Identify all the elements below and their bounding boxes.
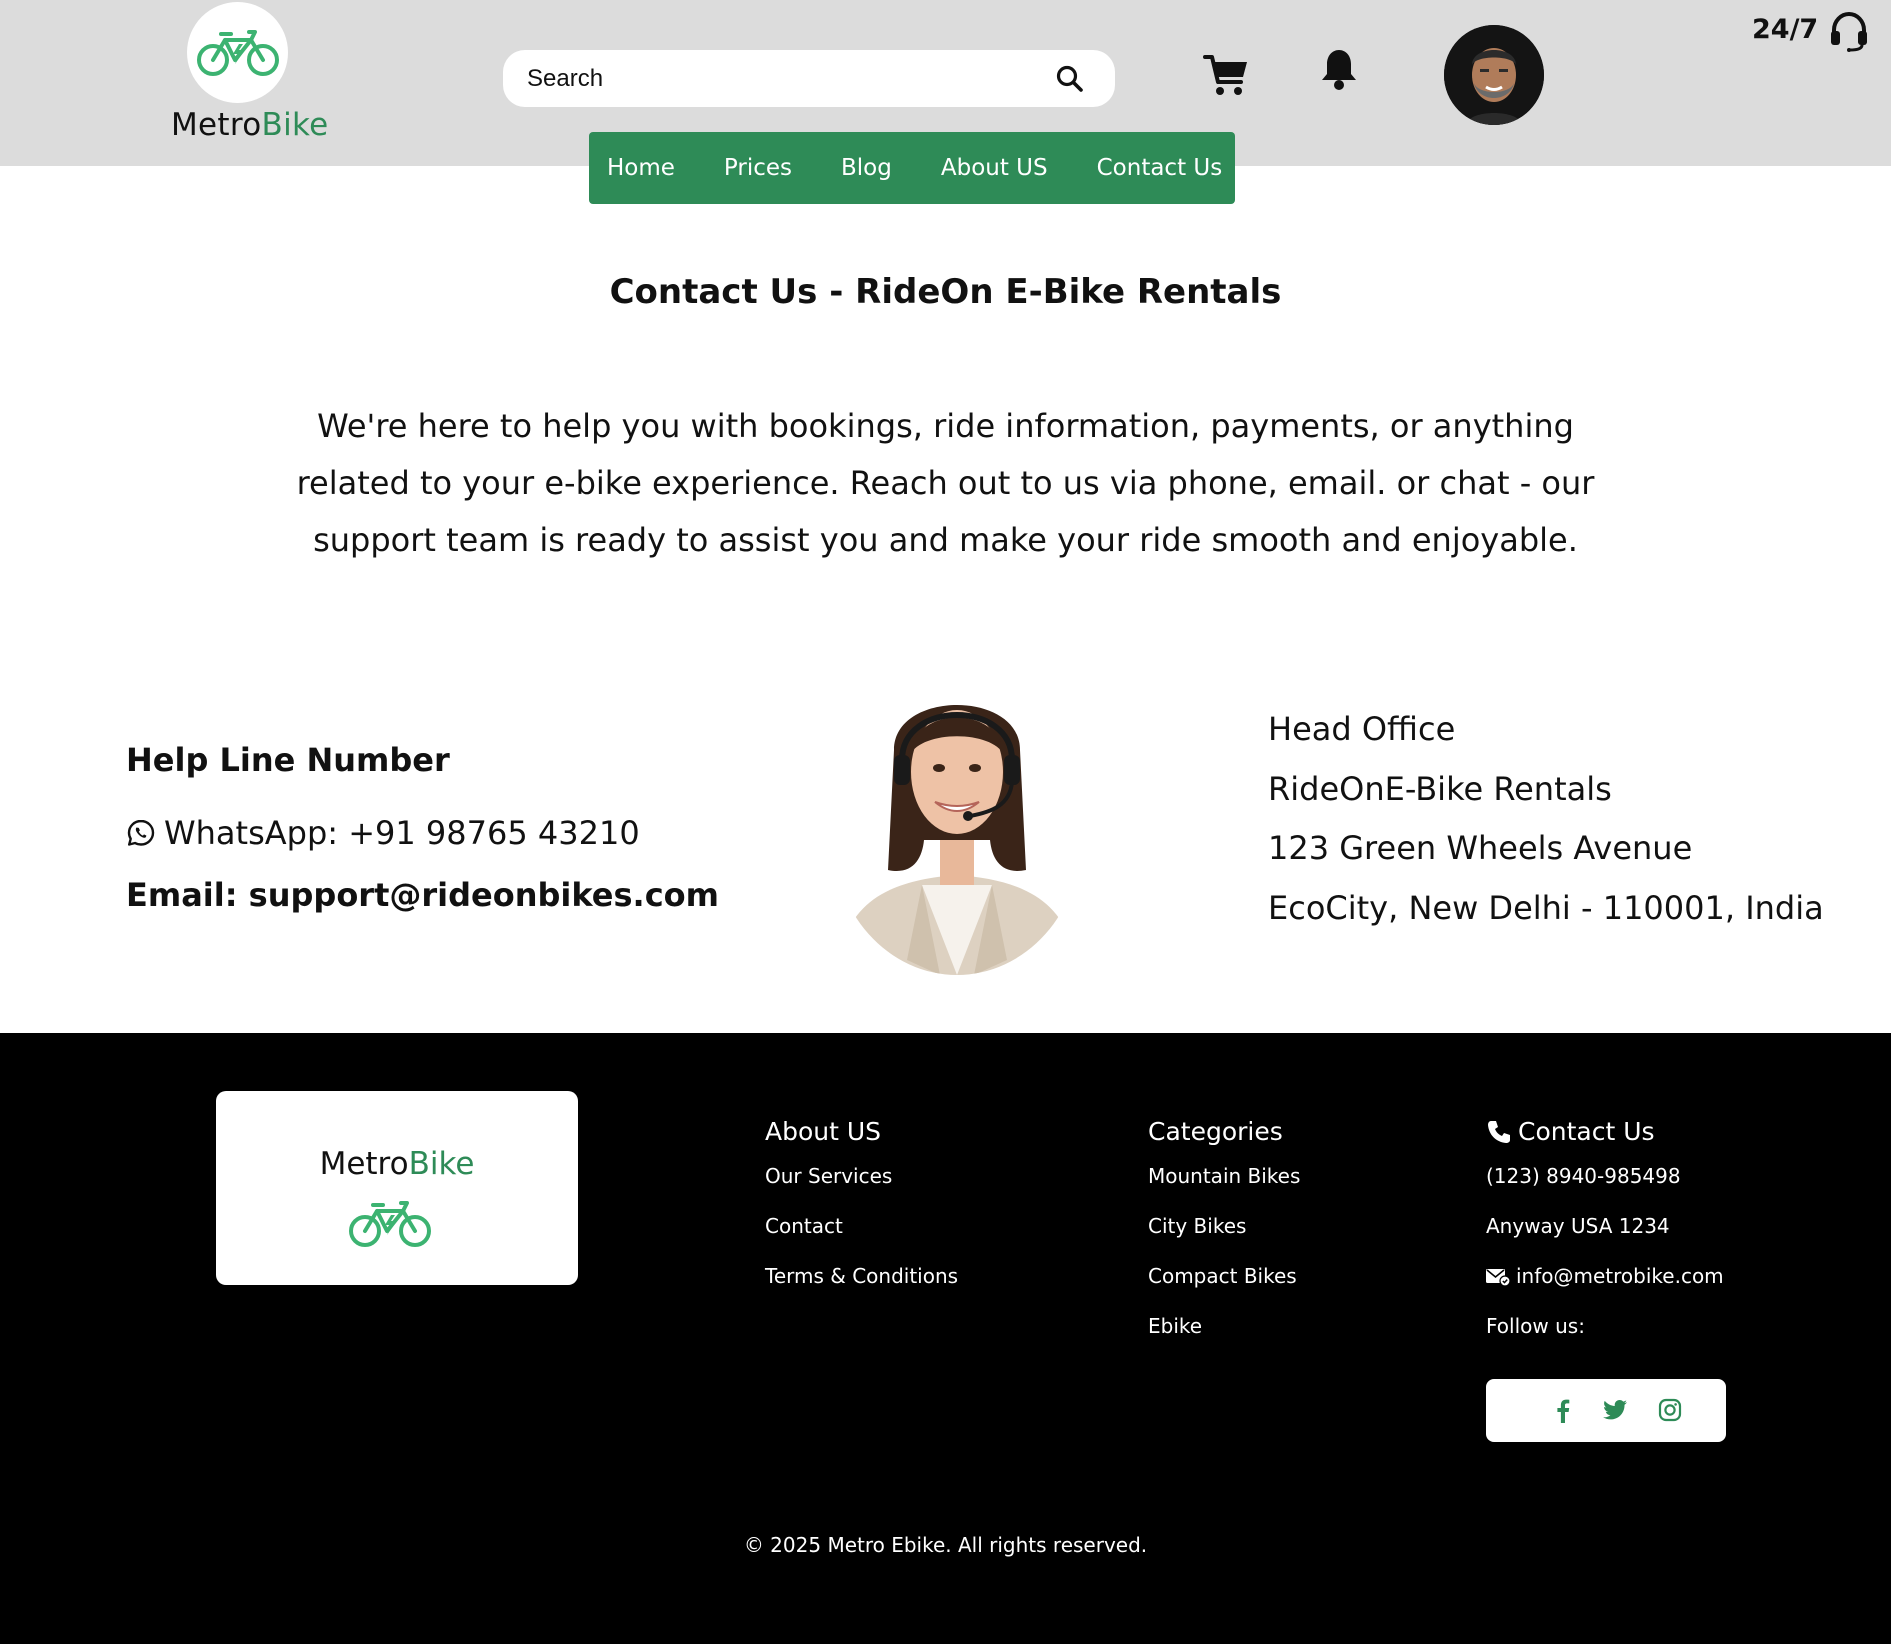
footer-link-mountain-bikes[interactable]: Mountain Bikes <box>1148 1164 1300 1214</box>
footer-contact-heading: Contact Us <box>1486 1117 1724 1146</box>
footer-about-column: About US Our Services Contact Terms & Co… <box>765 1117 958 1314</box>
site-header: MetroBike 24/7 <box>0 0 1891 204</box>
footer-contact-column: Contact Us (123) 8940-985498 Anyway USA … <box>1486 1117 1724 1364</box>
cart-icon[interactable] <box>1203 53 1249 97</box>
footer-contact-heading-text: Contact Us <box>1518 1117 1655 1146</box>
social-links <box>1486 1379 1726 1442</box>
footer-about-heading: About US <box>765 1117 882 1146</box>
brand-name-part2: Bike <box>261 107 329 143</box>
footer-brand-part2: Bike <box>408 1146 475 1182</box>
support-email[interactable]: Email: support@rideonbikes.com <box>126 876 719 914</box>
footer-link-city-bikes[interactable]: City Bikes <box>1148 1214 1300 1264</box>
headset-icon[interactable] <box>1828 10 1870 52</box>
nav-item-about[interactable]: About US <box>941 155 1048 181</box>
support-hours: 24/7 <box>1752 14 1819 45</box>
footer-email[interactable]: info@metrobike.com <box>1486 1264 1724 1314</box>
search-icon[interactable] <box>1055 64 1085 94</box>
facebook-icon[interactable] <box>1550 1397 1576 1423</box>
footer-link-terms[interactable]: Terms & Conditions <box>765 1264 958 1314</box>
whatsapp-number: WhatsApp: +91 98765 43210 <box>164 814 640 852</box>
nav-item-contact[interactable]: Contact Us <box>1097 155 1223 181</box>
copyright-text: © 2025 Metro Ebike. All rights reserved. <box>743 1533 1148 1557</box>
office-line: 123 Green Wheels Avenue <box>1268 829 1693 867</box>
avatar[interactable] <box>1444 25 1544 125</box>
bicycle-icon <box>349 1201 431 1247</box>
footer-link-our-services[interactable]: Our Services <box>765 1164 958 1214</box>
whatsapp-contact[interactable]: WhatsApp: +91 98765 43210 <box>126 814 640 852</box>
user-photo <box>1444 25 1544 125</box>
footer-link-compact-bikes[interactable]: Compact Bikes <box>1148 1264 1300 1314</box>
whatsapp-icon <box>127 819 155 846</box>
instagram-icon[interactable] <box>1657 1397 1683 1423</box>
footer-brand-name: MetroBike <box>216 1146 578 1182</box>
twitter-icon[interactable] <box>1602 1397 1628 1423</box>
helpline-heading: Help Line Number <box>126 741 450 779</box>
support-agent-image <box>822 660 1092 975</box>
footer-categories-heading: Categories <box>1148 1117 1283 1146</box>
brand-name: MetroBike <box>171 107 329 143</box>
bicycle-icon <box>196 29 279 76</box>
footer-link-ebike[interactable]: Ebike <box>1148 1314 1300 1364</box>
office-line: RideOnE-Bike Rentals <box>1268 769 1612 808</box>
bell-icon[interactable] <box>1320 48 1358 90</box>
logo[interactable] <box>187 2 288 103</box>
footer-follow-label: Follow us: <box>1486 1314 1585 1338</box>
office-line: EcoCity, New Delhi - 110001, India <box>1268 888 1824 927</box>
brand-name-part1: Metro <box>171 107 262 143</box>
page-title: Contact Us - RideOn E-Bike Rentals <box>609 272 1282 312</box>
search-bar <box>503 50 1115 107</box>
intro-paragraph: We're here to help you with bookings, ri… <box>296 407 1595 559</box>
office-line: Head Office <box>1268 710 1456 748</box>
footer-brand-part1: Metro <box>319 1146 409 1182</box>
nav-item-home[interactable]: Home <box>607 155 675 181</box>
nav-item-prices[interactable]: Prices <box>724 155 792 181</box>
search-input[interactable] <box>527 50 1007 107</box>
head-office-address: Head Office RideOnE-Bike Rentals 123 Gre… <box>1268 710 1824 948</box>
main-nav: Home Prices Blog About US Contact Us <box>589 132 1235 204</box>
phone-icon <box>1488 1120 1510 1143</box>
footer-email-text: info@metrobike.com <box>1516 1264 1724 1288</box>
footer-link-contact[interactable]: Contact <box>765 1214 958 1264</box>
footer-address: Anyway USA 1234 <box>1486 1214 1670 1238</box>
footer-categories-column: Categories Mountain Bikes City Bikes Com… <box>1148 1117 1300 1364</box>
footer-logo-card[interactable]: MetroBike <box>216 1091 578 1285</box>
footer-phone[interactable]: (123) 8940-985498 <box>1486 1164 1724 1214</box>
mail-icon <box>1486 1269 1510 1286</box>
nav-item-blog[interactable]: Blog <box>841 155 892 181</box>
